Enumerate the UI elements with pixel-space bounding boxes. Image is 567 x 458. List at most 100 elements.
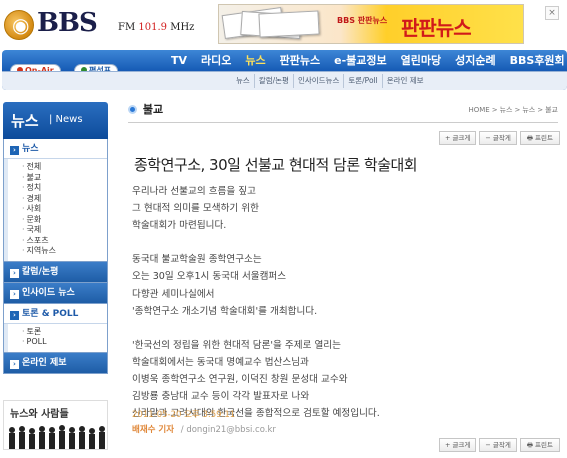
sub-menu-item[interactable]: 뉴스 [232, 74, 255, 88]
title-divider [128, 122, 558, 123]
close-icon[interactable]: × [545, 6, 559, 20]
article-line: 이병욱 종학연구소 연구원, 이덕진 창원 문성대 교수와 [132, 374, 348, 386]
news-sidebar: 뉴스 | News ›뉴스전체불교정치경제사회문화국제스포츠지역뉴스›칼럼/논평… [3, 102, 108, 374]
font-larger-button[interactable]: + 글크게 [438, 131, 477, 145]
sidebar-item[interactable]: POLL [22, 337, 107, 348]
sidebar-item[interactable]: 국제 [22, 225, 107, 236]
article-line: 다향관 세미나실에서 [132, 288, 215, 300]
breadcrumb-separator-icon: > [491, 106, 498, 114]
article-line: '한국선의 정립을 위한 현대적 담론'을 주제로 열리는 [132, 339, 341, 351]
sidebar-header-eng: | News [49, 114, 83, 125]
sub-menu-item[interactable]: 인사이드뉴스 [294, 74, 345, 88]
radio-frequency: FM 101.9 MHz [118, 22, 194, 33]
article-body: 우리나라 선불교의 흐름을 짚고그 현대적 의미를 모색하기 위한학술대회가 마… [132, 183, 560, 439]
main-menu-item[interactable]: 열린마당 [394, 53, 448, 69]
article-line: 그 현대적 의미를 모색하기 위한 [132, 203, 259, 215]
article-paragraph: 동국대 불교학술원 종학연구소는 오는 30일 오후1시 동국대 서울캠퍼스 다향관… [132, 251, 560, 319]
article-paragraph: 우리나라 선불교의 흐름을 짚고그 현대적 의미를 모색하기 위한학술대회가 마… [132, 183, 560, 234]
panpan-news-banner[interactable]: BBS 판판뉴스 판판뉴스 [218, 4, 524, 44]
sidebar-section-label: 뉴스 [22, 144, 39, 154]
sidebar-section-title[interactable]: › 칼럼/논평 [4, 261, 107, 282]
main-menu-item[interactable]: BBS후원회 [503, 53, 567, 69]
article-line: 오는 30일 오후1시 동국대 서울캠퍼스 [132, 271, 287, 283]
frequency-value: 101.9 [138, 22, 168, 33]
sidebar-item[interactable]: 불교 [22, 173, 107, 184]
sidebar-list: 전체불교정치경제사회문화국제스포츠지역뉴스 [4, 159, 107, 261]
main-menu-item[interactable]: 판판뉴스 [273, 53, 327, 69]
article-author: 배재수 기자 / dongin21@bbsi.co.kr [132, 423, 276, 435]
article-line: '종학연구소 개소기념 학술대회'를 개최합니다. [132, 305, 318, 317]
print-button[interactable]: 🖶 프린트 [519, 131, 560, 145]
sidebar-item[interactable]: 경제 [22, 194, 107, 205]
article-tools-top: + 글크게 − 글작게 🖶 프린트 [438, 131, 560, 145]
sidebar-section: › 인사이드 뉴스 [3, 282, 108, 304]
section-title: 불교 [128, 101, 163, 117]
print-button[interactable]: 🖶 프린트 [519, 438, 560, 452]
sidebar-section-title[interactable]: › 토론 & POLL [4, 303, 107, 324]
frequency-unit: MHz [170, 22, 195, 33]
sidebar-section-title[interactable]: › 뉴스 [4, 139, 107, 159]
sidebar-section-label: 토론 & POLL [22, 308, 79, 319]
article-area: 불교 HOME > 뉴스 > 뉴스 > 불교 + 글크게 − 글작게 🖶 프린트 종학연구소… [128, 97, 562, 458]
main-menu-item[interactable]: e-불교정보 [327, 53, 394, 69]
main-navbar: On-Air 편성표 TV라디오뉴스판판뉴스e-불교정보열린마당성지순례BBS후… [2, 50, 567, 90]
article-tools-bottom: + 글크게 − 글작게 🖶 프린트 [438, 438, 560, 452]
sidebar-header: 뉴스 | News [3, 102, 108, 139]
breadcrumb-item[interactable]: HOME [468, 106, 489, 114]
sub-menu: 뉴스 칼럼/논평 인사이드뉴스 토론/Poll 온라인 제보 [232, 74, 428, 88]
sidebar-item[interactable]: 전체 [22, 162, 107, 173]
print-label: 프린트 [535, 134, 553, 142]
sidebar-header-kor: 뉴스 [11, 112, 39, 130]
main-menu-item[interactable]: 성지순례 [448, 53, 502, 69]
side-banner-text: 뉴스와 사람들 [10, 409, 69, 420]
sub-menu-item[interactable]: 칼럼/논평 [255, 74, 294, 88]
sidebar-section: › 온라인 제보 [3, 352, 108, 374]
article-line: 우리나라 선불교의 흐름을 짚고 [132, 186, 256, 197]
article-date: 2011-05-20 오후 3:59:11 [132, 410, 236, 420]
sidebar-section-title[interactable]: › 인사이드 뉴스 [4, 282, 107, 303]
font-larger-button[interactable]: + 글크게 [438, 438, 477, 452]
article-title: 종학연구소, 30일 선불교 현대적 담론 학술대회 [134, 156, 418, 174]
chevron-right-icon: › [10, 146, 19, 155]
main-menu-item[interactable]: 뉴스 [238, 53, 272, 69]
sidebar-list: 토론POLL [4, 323, 107, 352]
sidebar-section-label: 칼럼/논평 [22, 266, 59, 277]
breadcrumb-item[interactable]: 뉴스 [522, 106, 535, 114]
sidebar-sections: ›뉴스전체불교정치경제사회문화국제스포츠지역뉴스›칼럼/논평›인사이드 뉴스›토… [3, 139, 108, 374]
main-menu-item[interactable]: 라디오 [194, 53, 238, 69]
main-menu-item[interactable]: TV [164, 53, 194, 69]
sidebar-item[interactable]: 스포츠 [22, 236, 107, 247]
sidebar-item[interactable]: 문화 [22, 215, 107, 226]
sidebar-item[interactable]: 지역뉴스 [22, 246, 107, 257]
sidebar-section: › 칼럼/논평 [3, 261, 108, 283]
font-smaller-button[interactable]: − 글작게 [479, 131, 517, 145]
section-bullet-icon [128, 105, 137, 114]
breadcrumb-separator-icon: > [537, 106, 544, 114]
author-email[interactable]: / dongin21@bbsi.co.kr [181, 425, 276, 435]
logo-text: BBS [37, 8, 98, 38]
sidebar-item[interactable]: 사회 [22, 204, 107, 215]
print-label: 프린트 [535, 441, 553, 449]
logo-emblem-icon: ◉ [4, 10, 34, 40]
breadcrumb-item[interactable]: 뉴스 [500, 106, 513, 114]
frequency-prefix: FM [118, 22, 136, 33]
banner-small-text: BBS 판판뉴스 [337, 16, 388, 25]
breadcrumb-item[interactable]: 불교 [545, 106, 558, 114]
crowd-silhouette-icon [9, 425, 105, 449]
sidebar-section-title[interactable]: › 온라인 제보 [4, 352, 107, 373]
sub-menu-item[interactable]: 온라인 제보 [383, 74, 428, 88]
main-menu: TV 라디오 뉴스 판판뉴스 e-불교정보 열린마당 성지순례 BBS후원회 [164, 53, 567, 69]
sidebar-item[interactable]: 토론 [22, 327, 107, 338]
sub-menu-item[interactable]: 토론/Poll [344, 74, 383, 88]
sidebar-section-label: 온라인 제보 [22, 357, 67, 368]
breadcrumb-separator-icon: > [514, 106, 521, 114]
chevron-right-icon: › [10, 268, 19, 278]
breadcrumb: HOME > 뉴스 > 뉴스 > 불교 [468, 105, 558, 115]
chevron-right-icon: › [10, 289, 19, 299]
news-and-people-banner[interactable]: 뉴스와 사람들 [3, 400, 108, 450]
bbs-logo[interactable]: ◉ BBS [4, 8, 114, 42]
article-line: 학술대회가 마련됩니다. [132, 220, 227, 232]
font-smaller-button[interactable]: − 글작게 [479, 438, 517, 452]
sidebar-item[interactable]: 정치 [22, 183, 107, 194]
sidebar-section: ›뉴스전체불교정치경제사회문화국제스포츠지역뉴스 [3, 139, 108, 262]
